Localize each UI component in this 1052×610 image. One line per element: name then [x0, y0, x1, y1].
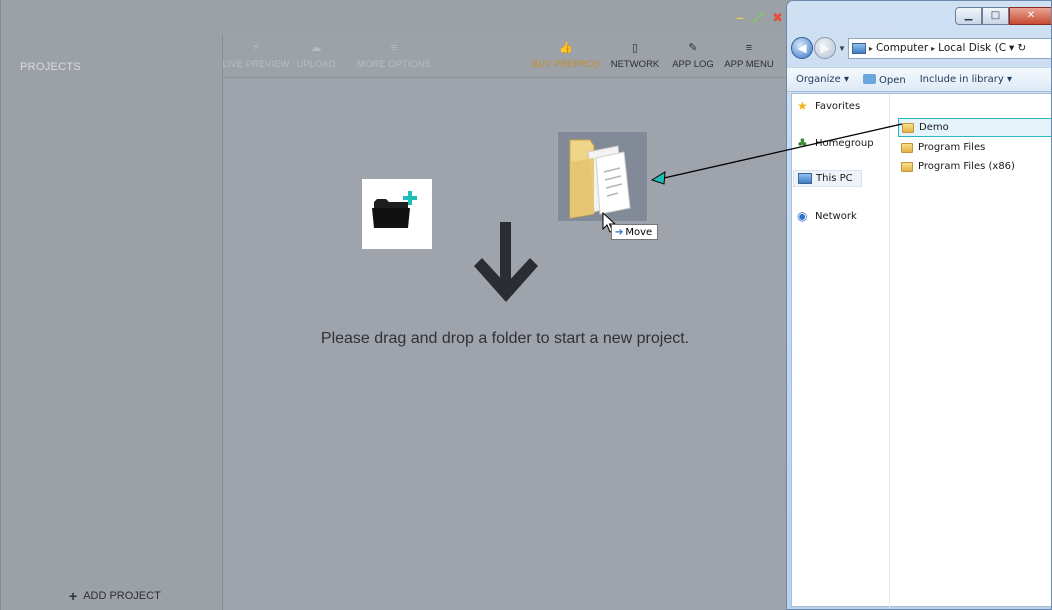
address-dropdown-icon[interactable]: ▾: [1009, 42, 1014, 54]
minimize-button[interactable]: –: [736, 11, 743, 24]
add-project-label: ADD PROJECT: [83, 590, 161, 602]
folder-icon: [901, 161, 913, 172]
dragged-folder-icon: [557, 131, 648, 222]
network-icon: ◉: [797, 209, 808, 223]
file-item-program-files-x86[interactable]: Program Files (x86): [901, 161, 1015, 172]
open-icon: [863, 73, 876, 84]
projects-sidebar: PROJECTS + ADD PROJECT: [1, 34, 223, 610]
explorer-minimize-button[interactable]: ▁: [955, 7, 982, 25]
live-preview-button[interactable]: ⚡ LIVE PREVIEW: [222, 34, 289, 78]
app-menu-button[interactable]: ≡ APP MENU: [722, 34, 776, 78]
folder-icon: [901, 142, 913, 153]
explorer-navigation: ◀ ▶ ▼ ▸ Computer ▸ Local Disk (C ▾ ↻: [791, 35, 1051, 61]
cloud-upload-icon: ☁: [310, 42, 322, 54]
explorer-caption-buttons: ▁ □ ✕: [955, 7, 1051, 25]
app-titlebar: – ⤢ ✖: [1, 0, 791, 34]
refresh-icon[interactable]: ↻: [1017, 42, 1026, 54]
window-controls: – ⤢ ✖: [736, 11, 783, 24]
chevron-right-icon: ▸: [931, 43, 936, 53]
drop-instructions: Please drag and drop a folder to start a…: [320, 330, 690, 347]
nav-item-network[interactable]: ◉ Network: [797, 210, 857, 222]
folder-icon: [902, 122, 914, 133]
thumbs-up-icon: 👍: [559, 42, 573, 54]
back-button[interactable]: ◀: [791, 37, 813, 59]
menu-icon: ≡: [745, 42, 753, 54]
file-item-program-files[interactable]: Program Files: [901, 142, 985, 153]
buy-prepros-button[interactable]: 👍 BUY PREPROS: [530, 34, 602, 78]
network-button[interactable]: ▯ NETWORK: [608, 34, 662, 78]
add-project-button[interactable]: + ADD PROJECT: [69, 588, 161, 604]
homegroup-icon: ♣: [797, 136, 808, 150]
app-log-button[interactable]: ✎ APP LOG: [670, 34, 716, 78]
open-button[interactable]: Open: [863, 73, 906, 86]
file-list: Demo Program Files Program Files (x86): [891, 94, 1051, 608]
pen-icon: ✎: [688, 42, 698, 54]
close-button[interactable]: ✖: [772, 11, 783, 24]
chevron-right-icon: ▸: [868, 43, 873, 53]
computer-icon: [851, 42, 866, 54]
move-arrow-icon: ➔: [615, 227, 624, 238]
explorer-content: ★ Favorites ♣ Homegroup This PC ◉ Networ…: [791, 93, 1051, 608]
explorer-toolbar: Organize ▾ Open Include in library ▾: [787, 67, 1051, 92]
breadcrumb-local-disk[interactable]: Local Disk (C: [938, 42, 1006, 54]
file-item-demo[interactable]: Demo: [898, 118, 1051, 137]
nav-item-this-pc[interactable]: This PC: [793, 170, 862, 187]
upload-button[interactable]: ☁ UPLOAD: [292, 34, 340, 78]
list-icon: ≡: [390, 42, 398, 54]
star-icon: ★: [797, 99, 808, 113]
device-icon: ▯: [631, 42, 639, 54]
explorer-maximize-button[interactable]: □: [982, 7, 1009, 25]
arrow-down-icon: [470, 220, 542, 315]
prepros-window: – ⤢ ✖ PROJECTS + ADD PROJECT ⚡ LIVE PREV…: [0, 0, 791, 610]
move-tooltip-label: Move: [625, 227, 653, 238]
explorer-close-button[interactable]: ✕: [1009, 7, 1051, 25]
new-folder-icon: [362, 179, 432, 249]
maximize-button[interactable]: ⤢: [753, 11, 763, 24]
breadcrumb-computer[interactable]: Computer: [876, 42, 928, 54]
nav-item-homegroup[interactable]: ♣ Homegroup: [797, 137, 874, 149]
address-bar[interactable]: ▸ Computer ▸ Local Disk (C ▾ ↻: [847, 37, 1051, 59]
explorer-window: ▁ □ ✕ ◀ ▶ ▼ ▸ Computer ▸ Local Disk (C ▾…: [786, 0, 1052, 610]
include-in-library-button[interactable]: Include in library ▾: [920, 74, 1012, 85]
organize-button[interactable]: Organize ▾: [796, 74, 849, 85]
nav-item-favorites[interactable]: ★ Favorites: [797, 100, 860, 112]
forward-button[interactable]: ▶: [814, 37, 836, 59]
navigation-pane: ★ Favorites ♣ Homegroup This PC ◉ Networ…: [792, 94, 890, 608]
recent-pages-dropdown[interactable]: ▼: [838, 44, 846, 53]
lightning-icon: ⚡: [252, 42, 260, 54]
more-options-button[interactable]: ≡ MORE OPTIONS: [350, 34, 438, 78]
app-toolbar: ⚡ LIVE PREVIEW ☁ UPLOAD ≡ MORE OPTIONS 👍…: [222, 34, 791, 78]
computer-icon: [798, 173, 812, 184]
sidebar-title: PROJECTS: [20, 61, 82, 73]
plus-icon: +: [69, 588, 78, 604]
move-tooltip: ➔ Move: [611, 224, 659, 240]
